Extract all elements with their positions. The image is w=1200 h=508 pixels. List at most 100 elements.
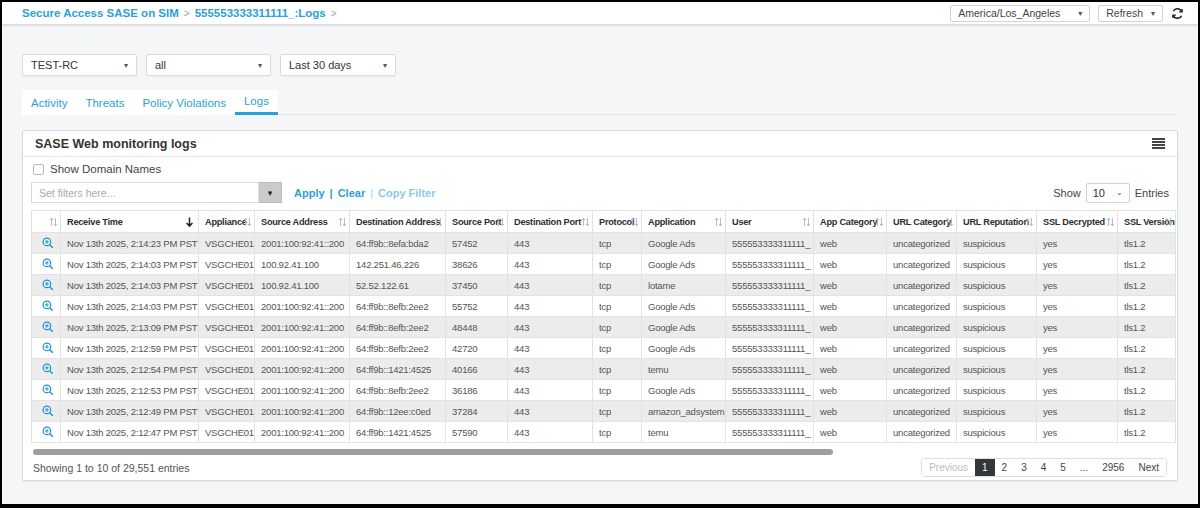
table-cell: yes [1037, 254, 1118, 275]
page-button-next[interactable]: Next [1131, 459, 1166, 476]
table-cell: tls1.2 [1118, 233, 1176, 254]
zoom-in-icon[interactable] [42, 300, 54, 312]
menu-icon[interactable] [1152, 138, 1165, 149]
page-button-previous[interactable]: Previous [922, 459, 975, 476]
table-cell: VSGCHE01 [199, 338, 255, 359]
filter-dropdown-button[interactable]: ▾ [259, 182, 282, 203]
zoom-in-icon[interactable] [42, 342, 54, 354]
column-header-source-port[interactable]: Source Port [446, 211, 508, 233]
column-header-destination-address[interactable]: Destination Address [350, 211, 446, 233]
table-cell: tcp [593, 275, 642, 296]
row-detail-cell[interactable] [32, 233, 61, 254]
zoom-in-icon[interactable] [42, 258, 54, 270]
row-detail-cell[interactable] [32, 380, 61, 401]
table-cell: 443 [508, 338, 593, 359]
zoom-in-icon[interactable] [42, 237, 54, 249]
table-cell: uncategorized [887, 380, 957, 401]
table-cell: suspicious [957, 359, 1037, 380]
zoom-in-icon[interactable] [42, 321, 54, 333]
table-cell: suspicious [957, 422, 1037, 443]
zoom-in-icon[interactable] [42, 405, 54, 417]
column-header-url-category[interactable]: URL Category [887, 211, 957, 233]
table-cell: temu [642, 359, 726, 380]
row-detail-cell[interactable] [32, 359, 61, 380]
scrollbar-thumb[interactable] [33, 449, 833, 455]
show-entries-control: Show 10 ⌄ Entries [1053, 183, 1169, 203]
breadcrumb-link-sase[interactable]: Secure Access SASE on SIM [22, 7, 179, 19]
column-header-receive-time[interactable]: Receive Time [61, 211, 199, 233]
table-cell: web [814, 275, 887, 296]
timezone-select[interactable]: America/Los_Angeles ▾ [950, 5, 1090, 22]
sort-icon [714, 217, 723, 227]
column-header[interactable] [32, 211, 61, 233]
zoom-in-icon[interactable] [42, 426, 54, 438]
tab-logs[interactable]: Logs [235, 90, 278, 115]
scope-select[interactable]: all ▾ [146, 54, 271, 76]
zoom-in-icon[interactable] [42, 363, 54, 375]
row-detail-cell[interactable] [32, 401, 61, 422]
column-header-protocol[interactable]: Protocol [593, 211, 642, 233]
chevron-down-icon: ⌄ [1116, 188, 1123, 197]
tab-threats[interactable]: Threats [76, 90, 133, 115]
zoom-in-icon[interactable] [42, 384, 54, 396]
row-detail-cell[interactable] [32, 296, 61, 317]
top-bar: Secure Access SASE on SIM > 555553333311… [2, 2, 1198, 24]
row-detail-cell[interactable] [32, 275, 61, 296]
breadcrumb-link-logs[interactable]: 555553333311111_:Logs [195, 7, 326, 19]
table-cell: 64:ff9b::12ee:c0ed [350, 401, 446, 422]
entries-count-select[interactable]: 10 ⌄ [1086, 183, 1130, 203]
time-range-select[interactable]: Last 30 days ▾ [280, 54, 396, 76]
page-button-...[interactable]: ... [1073, 459, 1095, 476]
row-detail-cell[interactable] [32, 254, 61, 275]
column-header-app-category[interactable]: App Category [814, 211, 887, 233]
separator: | [330, 187, 333, 199]
column-header-destination-port[interactable]: Destination Port [508, 211, 593, 233]
copy-filter-link[interactable]: Copy Filter [378, 187, 435, 199]
clear-link[interactable]: Clear [338, 187, 366, 199]
page-button-4[interactable]: 4 [1034, 459, 1054, 476]
page-button-5[interactable]: 5 [1053, 459, 1073, 476]
page-button-2[interactable]: 2 [995, 459, 1015, 476]
table-cell: suspicious [957, 401, 1037, 422]
column-header-url-reputation[interactable]: URL Reputation [957, 211, 1037, 233]
table-cell: Nov 13th 2025, 2:14:23 PM PST [61, 233, 199, 254]
table-cell: 55752 [446, 296, 508, 317]
column-header-ssl-decrypted[interactable]: SSL Decrypted [1037, 211, 1118, 233]
page-button-2956[interactable]: 2956 [1095, 459, 1131, 476]
tab-activity[interactable]: Activity [22, 90, 76, 115]
row-detail-cell[interactable] [32, 338, 61, 359]
table-cell: uncategorized [887, 359, 957, 380]
table-cell: yes [1037, 317, 1118, 338]
table-cell: tls1.2 [1118, 317, 1176, 338]
tab-policy-violations[interactable]: Policy Violations [133, 90, 235, 115]
sort-desc-icon [185, 216, 194, 227]
table-cell: VSGCHE01 [199, 254, 255, 275]
page-button-3[interactable]: 3 [1014, 459, 1034, 476]
table-cell: web [814, 338, 887, 359]
column-header-appliance[interactable]: Appliance [199, 211, 255, 233]
refresh-label: Refresh [1106, 7, 1143, 19]
global-filter-row: TEST-RC ▾ all ▾ Last 30 days ▾ [22, 54, 1178, 76]
column-header-application[interactable]: Application [642, 211, 726, 233]
table-cell: 36186 [446, 380, 508, 401]
row-detail-cell[interactable] [32, 422, 61, 443]
table-cell: suspicious [957, 296, 1037, 317]
column-header-user[interactable]: User [726, 211, 814, 233]
tenant-select[interactable]: TEST-RC ▾ [22, 54, 137, 76]
zoom-in-icon[interactable] [42, 279, 54, 291]
table-cell: 42720 [446, 338, 508, 359]
table-cell: 38626 [446, 254, 508, 275]
show-domain-names-checkbox[interactable] [33, 164, 44, 175]
logs-panel: SASE Web monitoring logs Show Domain Nam… [22, 130, 1178, 481]
column-header-ssl-version[interactable]: SSL Version [1118, 211, 1176, 233]
refresh-icon[interactable] [1171, 7, 1184, 20]
apply-link[interactable]: Apply [294, 187, 325, 199]
chevron-down-icon: ▾ [258, 61, 262, 70]
refresh-dropdown-button[interactable]: Refresh ▾ [1098, 5, 1163, 22]
column-header-source-address[interactable]: Source Address [255, 211, 350, 233]
page-button-1[interactable]: 1 [975, 459, 995, 476]
table-cell: 64:ff9b::8efb:2ee2 [350, 296, 446, 317]
table-cell: amazon_adsystem [642, 401, 726, 422]
row-detail-cell[interactable] [32, 317, 61, 338]
filter-input[interactable]: Set filters here... [31, 182, 259, 203]
